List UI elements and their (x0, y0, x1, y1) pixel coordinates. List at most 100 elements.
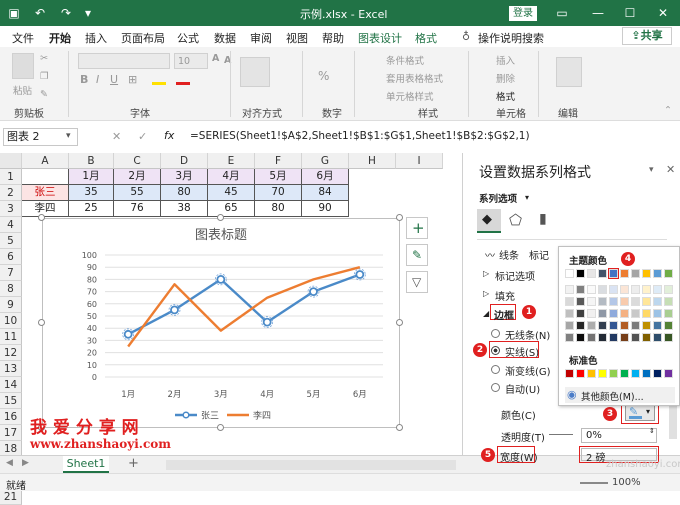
table-format-button[interactable]: 套用表格格式 (386, 71, 443, 85)
theme-color-shade-swatch[interactable] (653, 333, 662, 342)
series-options-tab-bars-icon[interactable]: ▮ (539, 211, 547, 227)
chart-elements-button[interactable]: + (406, 217, 428, 239)
theme-color-swatch[interactable] (565, 269, 574, 278)
radio-gradient-line[interactable] (491, 365, 500, 374)
row-header[interactable]: 12 (0, 345, 22, 361)
table-cell[interactable]: 70 (255, 185, 302, 201)
transparency-input[interactable]: 0% (581, 428, 657, 443)
data-point[interactable] (123, 329, 133, 339)
data-point[interactable] (309, 287, 318, 296)
theme-color-shade-swatch[interactable] (653, 309, 662, 318)
theme-color-shade-swatch[interactable] (664, 297, 673, 306)
table-cell[interactable]: 4月 (208, 169, 255, 185)
font-color-icon[interactable] (176, 73, 190, 85)
effects-tab-pentagon-icon[interactable]: ⬠ (509, 211, 522, 229)
more-colors-item[interactable]: ◉ 其他颜色(M)... (565, 387, 675, 403)
theme-color-shade-swatch[interactable] (609, 309, 618, 318)
tab-scroll-left-icon[interactable]: ◀ (6, 458, 13, 468)
theme-color-shade-swatch[interactable] (565, 297, 574, 306)
font-size-select[interactable]: 10 (174, 53, 208, 69)
row-header[interactable]: 6 (0, 249, 22, 265)
theme-color-shade-swatch[interactable] (653, 321, 662, 330)
theme-color-shade-swatch[interactable] (609, 333, 618, 342)
menu-formulas[interactable]: 公式 (177, 30, 199, 46)
theme-color-shade-swatch[interactable] (642, 333, 651, 342)
theme-color-swatch[interactable] (631, 269, 640, 278)
cancel-icon[interactable]: ✕ (112, 130, 121, 143)
theme-color-shade-swatch[interactable] (631, 285, 640, 294)
theme-color-shade-swatch[interactable] (642, 285, 651, 294)
spin-icon[interactable]: ⇕ (649, 427, 655, 435)
collapse-ribbon-icon[interactable]: ⌃ (664, 105, 672, 116)
data-point[interactable] (262, 317, 272, 327)
share-button[interactable]: ⇪共享 (622, 27, 672, 45)
align-icon[interactable] (240, 57, 270, 87)
column-header[interactable]: I (396, 153, 443, 169)
menu-chart-design[interactable]: 图表设计 (358, 30, 402, 46)
redo-icon[interactable]: ↷ (58, 5, 74, 21)
panel-options-icon[interactable]: ▾ (649, 165, 654, 175)
table-cell[interactable]: 3月 (161, 169, 208, 185)
theme-color-shade-swatch[interactable] (664, 321, 673, 330)
paste-icon[interactable] (12, 53, 34, 79)
undo-icon[interactable]: ↶ (32, 5, 48, 21)
minimize-icon[interactable]: — (590, 5, 606, 21)
menu-file[interactable]: 文件 (12, 30, 34, 46)
series-line-1[interactable] (127, 273, 361, 336)
column-header[interactable]: F (255, 153, 302, 169)
radio-solid-line[interactable] (491, 346, 500, 355)
table-cell[interactable]: 38 (161, 201, 208, 217)
table-cell[interactable]: 1月 (69, 169, 114, 185)
chevron-down-icon[interactable]: ▾ (66, 131, 71, 141)
column-header[interactable]: E (208, 153, 255, 169)
theme-color-swatch[interactable] (587, 269, 596, 278)
resize-handle[interactable] (396, 214, 403, 221)
table-cell[interactable]: 65 (208, 201, 255, 217)
radio-auto[interactable] (491, 383, 500, 392)
table-cell[interactable]: 25 (69, 201, 114, 217)
theme-color-swatch[interactable] (608, 268, 619, 279)
theme-color-shade-swatch[interactable] (598, 285, 607, 294)
series-options-dropdown[interactable]: 系列选项 (479, 191, 517, 205)
table-cell[interactable]: 5月 (255, 169, 302, 185)
section-border[interactable]: 边框 (494, 307, 514, 322)
theme-color-shade-swatch[interactable] (565, 321, 574, 330)
theme-color-shade-swatch[interactable] (664, 333, 673, 342)
save-icon[interactable]: ▣ (6, 5, 22, 21)
data-point[interactable] (170, 305, 179, 315)
formula-input[interactable]: =SERIES(Sheet1!$A$2,Sheet1!$B$1:$G$1,She… (190, 130, 530, 142)
menu-review[interactable]: 审阅 (250, 30, 272, 46)
theme-color-shade-swatch[interactable] (620, 321, 629, 330)
menu-home[interactable]: 开始 (49, 30, 71, 50)
theme-color-shade-swatch[interactable] (631, 321, 640, 330)
resize-handle[interactable] (396, 424, 403, 431)
ribbon-display-icon[interactable]: ▭ (554, 5, 570, 21)
theme-color-shade-swatch[interactable] (598, 297, 607, 306)
row-header[interactable]: 3 (0, 201, 22, 217)
standard-color-swatch[interactable] (642, 369, 651, 378)
standard-color-swatch[interactable] (609, 369, 618, 378)
theme-color-shade-swatch[interactable] (620, 297, 629, 306)
theme-color-shade-swatch[interactable] (587, 297, 596, 306)
resize-handle[interactable] (396, 319, 403, 326)
standard-color-swatch[interactable] (620, 369, 629, 378)
table-cell[interactable]: 76 (114, 201, 161, 217)
maximize-icon[interactable]: ☐ (622, 5, 638, 21)
theme-color-shade-swatch[interactable] (576, 333, 585, 342)
theme-color-shade-swatch[interactable] (620, 285, 629, 294)
format-cells-button[interactable]: 格式 (496, 89, 515, 103)
row-header[interactable]: 11 (0, 329, 22, 345)
delete-cells-button[interactable]: 删除 (496, 71, 515, 85)
legend-label[interactable]: 李四 (253, 410, 271, 422)
theme-color-shade-swatch[interactable] (576, 321, 585, 330)
format-painter-icon[interactable]: ✎ (40, 89, 48, 100)
table-cell[interactable]: 2月 (114, 169, 161, 185)
data-point[interactable] (355, 270, 365, 279)
theme-color-shade-swatch[interactable] (587, 285, 596, 294)
column-header[interactable]: G (302, 153, 349, 169)
theme-color-shade-swatch[interactable] (565, 285, 574, 294)
standard-color-swatch[interactable] (576, 369, 585, 378)
chart-styles-button[interactable]: ✎ (406, 244, 428, 266)
table-cell[interactable]: 李四 (22, 201, 69, 217)
row-header[interactable]: 4 (0, 217, 22, 233)
